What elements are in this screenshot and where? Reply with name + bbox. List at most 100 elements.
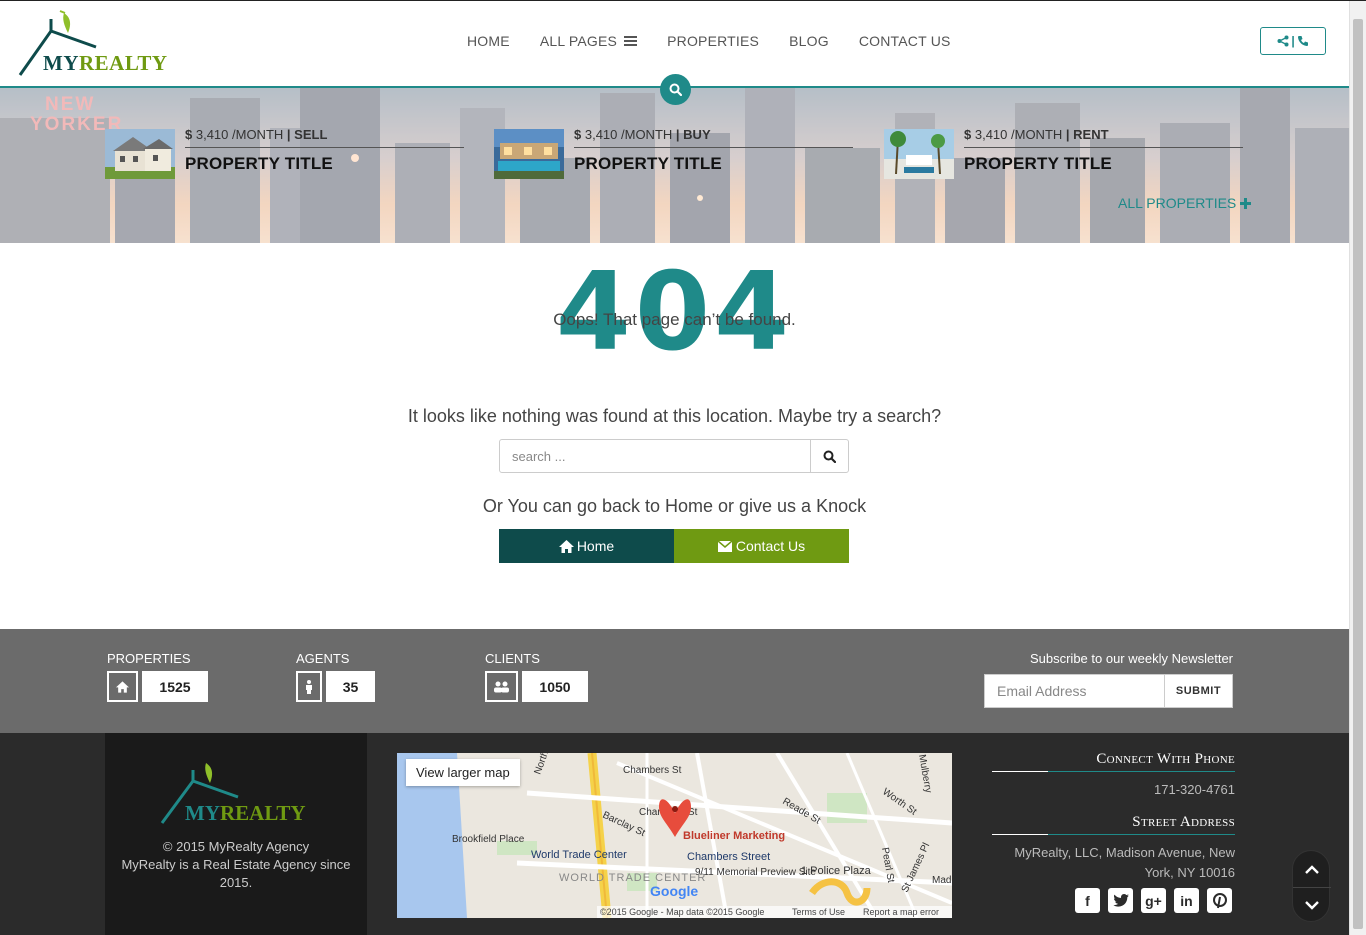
property-price: $ 3,410 /MONTH | RENT — [964, 127, 1243, 148]
header-search-button[interactable] — [660, 74, 691, 105]
search-submit-button[interactable] — [810, 440, 848, 472]
property-card[interactable]: $ 3,410 /MONTH | RENT PROPERTY TITLE — [884, 127, 1244, 182]
phone-icon — [1297, 36, 1308, 46]
nav-properties[interactable]: PROPERTIES — [667, 33, 759, 49]
share-call-button[interactable]: | — [1260, 27, 1326, 55]
property-title[interactable]: PROPERTY TITLE — [185, 154, 464, 174]
nav-contact-us[interactable]: CONTACT US — [859, 33, 951, 49]
map-report-link[interactable]: Report a map error — [863, 907, 939, 917]
home-icon — [558, 539, 574, 553]
main-nav: HOME ALL PAGES PROPERTIES BLOG CONTACT U… — [467, 33, 981, 49]
facebook-icon[interactable]: f — [1075, 888, 1100, 913]
page-scrollbar[interactable] — [1349, 1, 1366, 935]
view-larger-map-link[interactable]: View larger map — [406, 759, 520, 786]
map-terms-link[interactable]: Terms of Use — [792, 907, 845, 917]
scroll-controls — [1292, 850, 1331, 923]
stat-value: 35 — [326, 671, 375, 702]
search-icon — [669, 83, 682, 96]
address-heading: Street Address — [992, 814, 1235, 835]
newsletter-title: Subscribe to our weekly Newsletter — [1029, 651, 1233, 666]
property-card[interactable]: $ 3,410 /MONTH | BUY PROPERTY TITLE — [494, 127, 854, 182]
logo-my: MY — [43, 51, 79, 75]
social-links: f g+ in — [1075, 888, 1232, 913]
newsletter-email-input[interactable] — [984, 674, 1165, 708]
nav-properties-label: PROPERTIES — [667, 33, 760, 49]
property-title[interactable]: PROPERTY TITLE — [574, 154, 853, 174]
footer-contact-info: Connect With Phone 171-320-4761 Street A… — [992, 751, 1235, 897]
linkedin-icon[interactable]: in — [1174, 888, 1199, 913]
site-footer: MYREALTY © 2015 MyRealty Agency MyRealty… — [0, 733, 1349, 935]
go-back-text: Or You can go back to Home or give us a … — [482, 496, 867, 516]
map-marker-label: Blueliner Marketing — [683, 830, 785, 842]
search-input[interactable] — [500, 440, 810, 472]
chevron-up-icon — [1305, 864, 1319, 874]
scroll-down-button[interactable] — [1293, 887, 1331, 923]
stat-clients: CLIENTS 1050 — [485, 651, 588, 702]
property-price: $ 3,410 /MONTH | BUY — [574, 127, 853, 148]
stat-label: AGENTS — [296, 651, 350, 666]
logo-realty: REALTY — [79, 51, 168, 75]
nav-home-label: HOME — [467, 33, 510, 49]
all-properties-link[interactable]: ALL PROPERTIES — [1118, 195, 1252, 211]
contact-us-button[interactable]: Contact Us — [674, 529, 849, 563]
location-map[interactable]: Chambers St Chambers St Barclay St Reade… — [397, 753, 952, 918]
stat-agents: AGENTS 35 — [296, 651, 375, 702]
map-label: Madison — [932, 875, 952, 886]
footer-logo[interactable]: MYREALTY — [160, 761, 310, 829]
stat-label: CLIENTS — [485, 651, 540, 666]
map-label: 9/11 Memorial Preview Site — [695, 867, 816, 878]
stat-properties: PROPERTIES 1525 — [107, 651, 208, 702]
property-card[interactable]: $ 3,410 /MONTH | SELL PROPERTY TITLE — [105, 127, 465, 182]
person-icon — [296, 671, 322, 702]
map-label: 1 Police Plaza — [801, 865, 872, 877]
home-button-label: Home — [576, 538, 615, 554]
home-button[interactable]: Home — [499, 529, 674, 563]
property-thumbnail — [105, 129, 175, 179]
copyright-text: © 2015 MyRealty Agency — [162, 839, 310, 854]
property-type: RENT — [1073, 127, 1109, 142]
page: MYREALTY HOME ALL PAGES PROPERTIES BLOG … — [0, 0, 1366, 935]
twitter-icon[interactable] — [1108, 888, 1133, 913]
newsletter-submit-button[interactable]: SUBMIT — [1164, 674, 1233, 708]
phone-heading: Connect With Phone — [992, 751, 1235, 772]
map-label: Chambers Street — [687, 851, 770, 863]
site-logo[interactable]: MYREALTY — [18, 9, 168, 81]
map-label: Brookfield Place — [452, 834, 525, 845]
property-type: SELL — [294, 127, 328, 142]
google-plus-icon[interactable]: g+ — [1141, 888, 1166, 913]
featured-properties-banner: NEW YORKER $ 3,410 /MONTH | SELL PROPERT… — [0, 88, 1349, 243]
search-form — [499, 439, 849, 473]
map-label: Chambers St — [623, 765, 682, 776]
contact-us-button-label: Contact Us — [735, 538, 806, 554]
users-icon — [485, 671, 518, 702]
stat-label: PROPERTIES — [107, 651, 191, 666]
home-icon — [107, 671, 138, 702]
stat-value: 1525 — [142, 671, 208, 702]
nav-blog[interactable]: BLOG — [789, 33, 829, 49]
nav-contact-us-label: CONTACT US — [858, 33, 951, 49]
scroll-up-button[interactable] — [1293, 851, 1331, 887]
nav-home[interactable]: HOME — [467, 33, 510, 49]
street-address: MyRealty, LLC, Madison Avenue, New York,… — [1014, 845, 1235, 880]
agency-description: MyRealty is a Real Estate Agency since 2… — [121, 857, 351, 890]
property-title[interactable]: PROPERTY TITLE — [964, 154, 1243, 174]
contact-separator: | — [1291, 34, 1295, 48]
nav-blog-label: BLOG — [789, 33, 829, 49]
property-type: BUY — [683, 127, 711, 142]
map-attribution: ©2015 Google - Map data ©2015 Google — [600, 907, 764, 917]
property-price: $ 3,410 /MONTH | SELL — [185, 127, 464, 148]
scrollbar-thumb[interactable] — [1353, 19, 1363, 929]
nav-all-pages[interactable]: ALL PAGES — [539, 33, 638, 49]
phone-number[interactable]: 171-320-4761 — [992, 780, 1235, 800]
pinterest-icon[interactable] — [1207, 888, 1232, 913]
property-thumbnail — [494, 129, 564, 179]
menu-icon — [624, 36, 638, 46]
plus-icon — [1240, 197, 1252, 209]
nav-all-pages-label: ALL PAGES — [539, 33, 618, 49]
envelope-icon — [717, 540, 732, 552]
footer-logo-my: MY — [185, 801, 220, 825]
property-thumbnail — [884, 129, 954, 179]
error-message: It looks like nothing was found at this … — [407, 406, 942, 426]
search-icon — [823, 450, 836, 463]
all-properties-label: ALL PROPERTIES — [1118, 195, 1237, 211]
